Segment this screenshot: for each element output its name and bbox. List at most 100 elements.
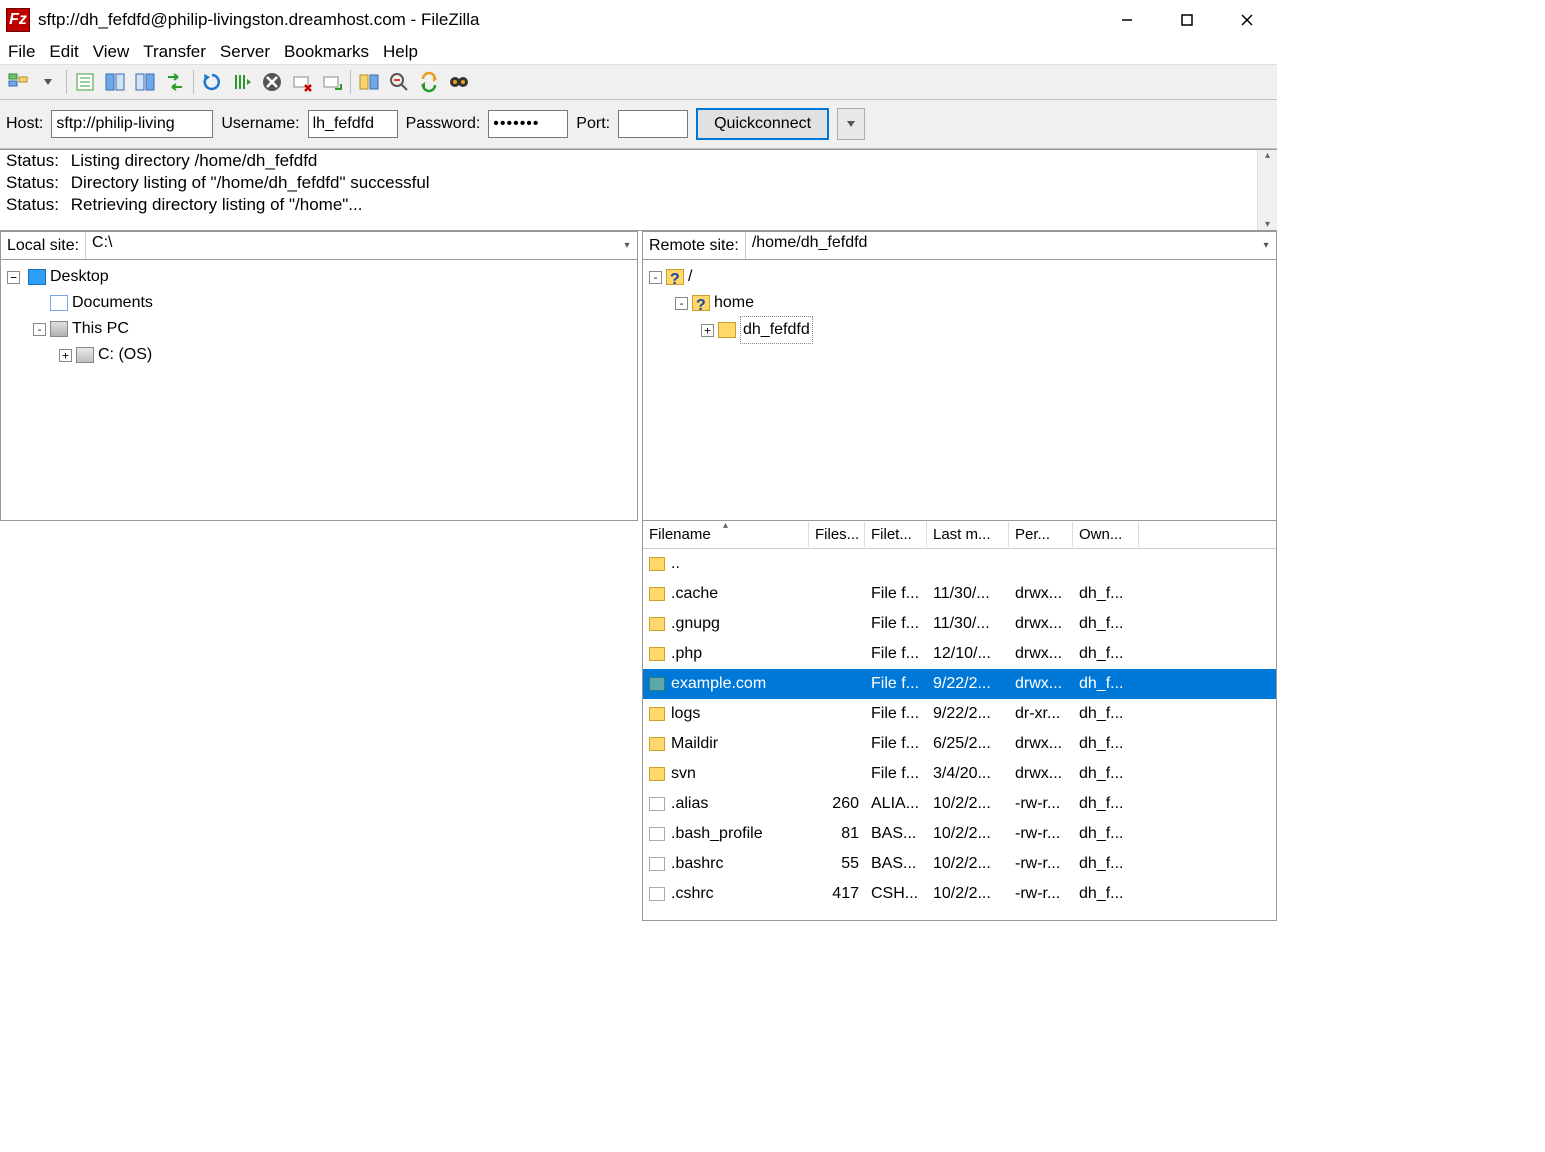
host-label: Host: <box>6 115 43 133</box>
menu-server[interactable]: Server <box>220 42 270 62</box>
file-name: .cshrc <box>671 885 714 903</box>
file-owner: dh_f... <box>1073 795 1139 813</box>
expand-icon[interactable]: + <box>701 324 714 337</box>
cancel-icon[interactable] <box>258 68 286 96</box>
tree-item-label[interactable]: Documents <box>72 290 153 316</box>
remote-path-dropdown[interactable]: ▾ <box>1256 240 1276 251</box>
file-row[interactable]: MaildirFile f...6/25/2...drwx...dh_f... <box>643 729 1276 759</box>
password-input[interactable] <box>488 110 568 138</box>
log-pane: Status: Listing directory /home/dh_fefdf… <box>0 149 1277 231</box>
col-header-owner[interactable]: Own... <box>1073 522 1139 547</box>
process-queue-icon[interactable] <box>228 68 256 96</box>
filter-icon[interactable] <box>385 68 413 96</box>
file-row[interactable]: .cacheFile f...11/30/...drwx...dh_f... <box>643 579 1276 609</box>
quickconnect-button[interactable]: Quickconnect <box>696 108 829 140</box>
tree-item-label[interactable]: / <box>688 264 692 290</box>
collapse-icon[interactable]: − <box>7 271 20 284</box>
col-header-filetype[interactable]: Filet... <box>865 522 927 547</box>
file-row[interactable]: svnFile f...3/4/20...drwx...dh_f... <box>643 759 1276 789</box>
file-type: File f... <box>865 585 927 603</box>
file-name: .bashrc <box>671 855 723 873</box>
remote-path-input[interactable]: /home/dh_fefdfd <box>745 232 1256 259</box>
compare-icon[interactable] <box>355 68 383 96</box>
tree-item-label[interactable]: C: (OS) <box>98 342 152 368</box>
host-input[interactable] <box>51 110 213 138</box>
local-tree[interactable]: − Desktop Documents - This PC + C: (OS) <box>1 260 637 520</box>
file-permissions: drwx... <box>1009 615 1073 633</box>
menu-bookmarks[interactable]: Bookmarks <box>284 42 369 62</box>
collapse-icon[interactable]: - <box>675 297 688 310</box>
username-input[interactable] <box>308 110 398 138</box>
pc-icon <box>50 321 68 337</box>
toggle-log-icon[interactable] <box>71 68 99 96</box>
menu-view[interactable]: View <box>93 42 130 62</box>
log-scrollbar[interactable]: ▴▾ <box>1257 150 1277 230</box>
file-modified: 6/25/2... <box>927 735 1009 753</box>
local-path-input[interactable]: C:\ <box>85 232 617 259</box>
file-modified: 11/30/... <box>927 615 1009 633</box>
tree-item-label[interactable]: dh_fefdfd <box>740 316 813 344</box>
disconnect-icon[interactable] <box>288 68 316 96</box>
file-row[interactable]: example.comFile f...9/22/2...drwx...dh_f… <box>643 669 1276 699</box>
minimize-button[interactable] <box>1097 0 1157 40</box>
port-label: Port: <box>576 115 610 133</box>
tree-item-label[interactable]: Desktop <box>50 264 109 290</box>
quickconnect-history-dropdown[interactable] <box>837 108 865 140</box>
file-row[interactable]: .bashrc55BAS...10/2/2...-rw-r...dh_f... <box>643 849 1276 879</box>
menu-transfer[interactable]: Transfer <box>143 42 206 62</box>
site-manager-icon[interactable] <box>4 68 32 96</box>
search-icon[interactable] <box>445 68 473 96</box>
folder-icon <box>649 647 665 661</box>
file-row[interactable]: .. <box>643 549 1276 579</box>
col-header-lastmodified[interactable]: Last m... <box>927 522 1009 547</box>
site-manager-dropdown-icon[interactable] <box>34 68 62 96</box>
folder-icon <box>649 737 665 751</box>
tree-item-label[interactable]: home <box>714 290 754 316</box>
toggle-queue-icon[interactable] <box>161 68 189 96</box>
expand-icon[interactable]: + <box>59 349 72 362</box>
col-header-filename[interactable]: Filename <box>643 522 809 547</box>
file-type: BAS... <box>865 825 927 843</box>
reconnect-icon[interactable] <box>318 68 346 96</box>
file-row[interactable]: .bash_profile81BAS...10/2/2...-rw-r...dh… <box>643 819 1276 849</box>
maximize-button[interactable] <box>1157 0 1217 40</box>
file-row[interactable]: .gnupgFile f...11/30/...drwx...dh_f... <box>643 609 1276 639</box>
local-site-label: Local site: <box>1 237 85 255</box>
file-name: .bash_profile <box>671 825 763 843</box>
file-modified: 9/22/2... <box>927 675 1009 693</box>
file-modified: 3/4/20... <box>927 765 1009 783</box>
file-owner: dh_f... <box>1073 705 1139 723</box>
file-name: .php <box>671 645 702 663</box>
file-type: BAS... <box>865 855 927 873</box>
col-header-filesize[interactable]: Files... <box>809 522 865 547</box>
menu-help[interactable]: Help <box>383 42 418 62</box>
file-row[interactable]: logsFile f...9/22/2...dr-xr...dh_f... <box>643 699 1276 729</box>
local-path-dropdown[interactable]: ▾ <box>617 240 637 251</box>
col-header-permissions[interactable]: Per... <box>1009 522 1073 547</box>
file-size: 260 <box>809 795 865 813</box>
file-type: ALIA... <box>865 795 927 813</box>
file-name: svn <box>671 765 696 783</box>
remote-tree[interactable]: -/ -home +dh_fefdfd <box>643 260 1276 520</box>
file-list-header: Filename Files... Filet... Last m... Per… <box>643 521 1276 549</box>
file-size: 81 <box>809 825 865 843</box>
port-input[interactable] <box>618 110 688 138</box>
sync-browse-icon[interactable] <box>415 68 443 96</box>
menu-edit[interactable]: Edit <box>49 42 78 62</box>
collapse-icon[interactable]: - <box>33 323 46 336</box>
menu-file[interactable]: File <box>8 42 35 62</box>
file-name: .. <box>671 555 680 573</box>
file-row[interactable]: .phpFile f...12/10/...drwx...dh_f... <box>643 639 1276 669</box>
toggle-local-tree-icon[interactable] <box>101 68 129 96</box>
drive-icon <box>76 347 94 363</box>
file-row[interactable]: .alias260ALIA...10/2/2...-rw-r...dh_f... <box>643 789 1276 819</box>
file-owner: dh_f... <box>1073 585 1139 603</box>
tree-item-label[interactable]: This PC <box>72 316 129 342</box>
local-tree-pane: Local site: C:\ ▾ − Desktop Documents - Th… <box>0 231 638 521</box>
refresh-icon[interactable] <box>198 68 226 96</box>
toggle-remote-tree-icon[interactable] <box>131 68 159 96</box>
close-button[interactable] <box>1217 0 1277 40</box>
file-row[interactable]: .cshrc417CSH...10/2/2...-rw-r...dh_f... <box>643 879 1276 909</box>
filezilla-icon: Fz <box>6 8 30 32</box>
collapse-icon[interactable]: - <box>649 271 662 284</box>
